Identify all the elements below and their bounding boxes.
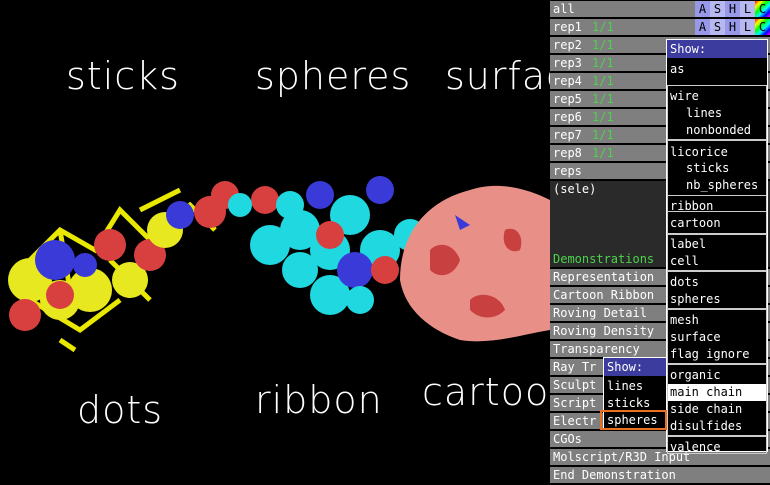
label-cartoon: cartoon bbox=[422, 370, 550, 414]
object-row-all[interactable]: all A S H L C bbox=[550, 1, 770, 17]
show-menu-group bbox=[667, 271, 767, 309]
spheres-molecule-1 bbox=[8, 181, 239, 331]
hide-button[interactable]: H bbox=[725, 1, 740, 17]
object-name: rep1 bbox=[553, 20, 582, 34]
show-menu-group bbox=[667, 364, 767, 436]
object-name: rep5 bbox=[553, 92, 582, 106]
object-name: rep8 bbox=[553, 146, 582, 160]
object-name: reps bbox=[553, 164, 582, 178]
hide-button[interactable]: H bbox=[725, 19, 740, 35]
demo-item-label: Transparency bbox=[553, 342, 640, 356]
label-button[interactable]: L bbox=[740, 19, 755, 35]
object-state-count: 1/1 bbox=[592, 38, 614, 52]
color-button[interactable]: C bbox=[755, 1, 770, 17]
object-name: rep3 bbox=[553, 56, 582, 70]
label-ribbon: ribbon bbox=[255, 378, 383, 422]
label-surface: surface bbox=[445, 54, 550, 98]
object-state-count: 1/1 bbox=[592, 20, 614, 34]
demo-item-label: Roving Density bbox=[553, 324, 655, 338]
show-submenu-title: Show: bbox=[604, 358, 666, 376]
label-dots: dots bbox=[77, 388, 164, 432]
action-button[interactable]: A bbox=[695, 1, 710, 17]
surface-molecule bbox=[400, 185, 550, 342]
object-state-count: 1/1 bbox=[592, 146, 614, 160]
label-button[interactable]: L bbox=[740, 1, 755, 17]
object-name: (sele) bbox=[553, 182, 597, 196]
demo-item-label: Script bbox=[553, 396, 597, 410]
demo-item[interactable]: End Demonstration bbox=[550, 467, 770, 483]
label-sticks: sticks bbox=[66, 54, 180, 98]
demo-item-label: Roving Detail bbox=[553, 306, 647, 320]
object-name: rep6 bbox=[553, 110, 582, 124]
show-button[interactable]: S bbox=[710, 19, 725, 35]
show-menu: Show: as wire lines nonbonded licorice sticks… bbox=[666, 39, 768, 454]
color-button[interactable]: C bbox=[755, 19, 770, 35]
object-row-rep1[interactable]: rep1 1/1 A S H L C bbox=[550, 19, 770, 35]
object-state-count: 1/1 bbox=[592, 56, 614, 70]
demo-item-label: Cartoon Ribbon bbox=[553, 288, 655, 302]
object-state-count: 1/1 bbox=[592, 128, 614, 142]
object-name: rep2 bbox=[553, 38, 582, 52]
object-state-count: 1/1 bbox=[592, 110, 614, 124]
show-menu-item-as[interactable]: as bbox=[667, 61, 767, 78]
spheres-molecule-2 bbox=[228, 176, 426, 315]
object-name: rep7 bbox=[553, 128, 582, 142]
demo-item-label: Sculpt bbox=[553, 378, 597, 392]
selected-spheres-highlight bbox=[600, 410, 667, 430]
object-state-count: 1/1 bbox=[592, 92, 614, 106]
demo-item-label: Representation bbox=[553, 270, 655, 284]
show-submenu-item-lines[interactable]: lines bbox=[604, 378, 666, 395]
show-menu-title: Show: bbox=[667, 40, 767, 58]
action-button[interactable]: A bbox=[695, 19, 710, 35]
demo-item-label: Ray Tr bbox=[553, 360, 597, 374]
label-spheres: spheres bbox=[255, 54, 412, 98]
demo-item-label: Electr bbox=[553, 414, 597, 428]
show-menu-group bbox=[667, 195, 767, 235]
object-state-count: 1/1 bbox=[592, 74, 614, 88]
show-button[interactable]: S bbox=[710, 1, 725, 17]
object-name: rep4 bbox=[553, 74, 582, 88]
show-menu-group bbox=[667, 309, 767, 364]
show-menu-group bbox=[667, 85, 767, 140]
demo-item-label: End Demonstration bbox=[553, 468, 676, 482]
molecular-viewport[interactable]: sticks spheres surface dots ribbon carto… bbox=[0, 0, 550, 485]
demo-item-label: CGOs bbox=[553, 432, 582, 446]
object-name: all bbox=[553, 2, 575, 16]
show-menu-group bbox=[667, 436, 767, 454]
show-menu-group bbox=[667, 233, 767, 271]
